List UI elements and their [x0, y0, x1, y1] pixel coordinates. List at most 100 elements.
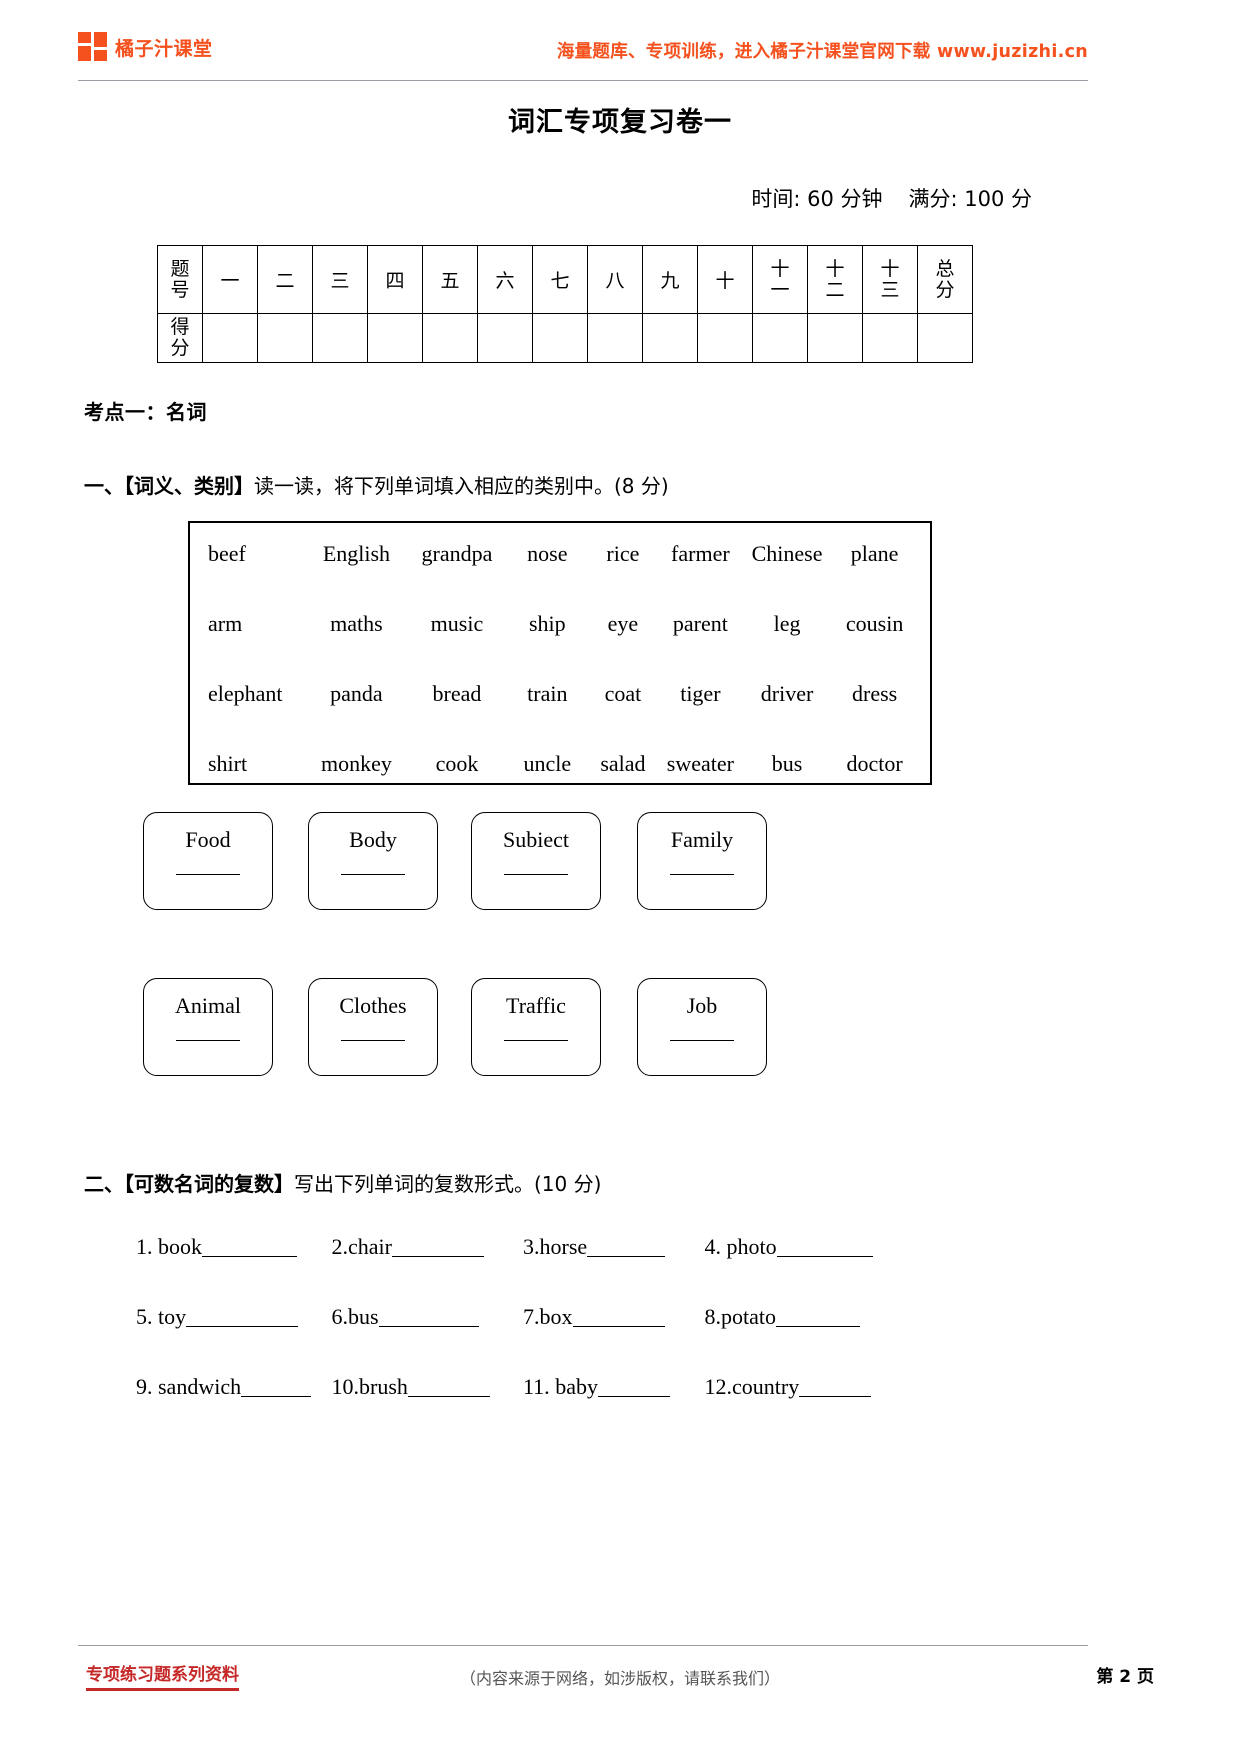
- category-answer-blank[interactable]: [670, 873, 734, 875]
- score-col-7: 七: [532, 245, 588, 314]
- category-box-food[interactable]: Food: [143, 812, 273, 910]
- plural-number: 5.: [136, 1304, 153, 1329]
- plural-answer-blank[interactable]: [572, 1307, 665, 1327]
- word-item: ship: [528, 611, 566, 636]
- plural-word: book: [158, 1234, 202, 1259]
- category-box-animal[interactable]: Animal: [143, 978, 273, 1076]
- score-cell-9[interactable]: [642, 313, 698, 363]
- plural-item-4: 4. photo: [705, 1234, 873, 1260]
- plural-answer-blank[interactable]: [799, 1377, 872, 1397]
- category-answer-blank[interactable]: [504, 873, 568, 875]
- plural-number: 11.: [523, 1374, 550, 1399]
- table-row-scores: 得分: [157, 313, 973, 363]
- plural-word: brush: [359, 1374, 408, 1399]
- plural-answer-blank[interactable]: [186, 1307, 299, 1327]
- plural-word: toy: [158, 1304, 187, 1329]
- question-2-text: 写出下列单词的复数形式。: [294, 1172, 534, 1196]
- word-item: English: [322, 541, 391, 566]
- word-item: uncle: [523, 751, 572, 776]
- score-cell-2[interactable]: [257, 313, 313, 363]
- score-cell-11[interactable]: [752, 313, 808, 363]
- plural-number: 6.: [331, 1304, 349, 1329]
- score-cell-6[interactable]: [477, 313, 533, 363]
- plural-number: 7.: [523, 1304, 540, 1329]
- score-cell-3[interactable]: [312, 313, 368, 363]
- category-answer-blank[interactable]: [176, 873, 240, 875]
- question-1-score: (8 分): [614, 474, 669, 498]
- score-cell-8[interactable]: [587, 313, 643, 363]
- footer-divider: [78, 1645, 1088, 1646]
- plural-row-1: 1. book 2.chair 3.horse 4. photo: [136, 1234, 873, 1260]
- score-table-row-label: 题号: [157, 245, 203, 314]
- plural-row-3: 9. sandwich 10.brush 11. baby 12.country: [136, 1374, 872, 1400]
- page-title: 词汇专项复习卷一: [508, 107, 732, 138]
- plural-answer-blank[interactable]: [587, 1237, 666, 1257]
- category-label: Animal: [175, 993, 241, 1018]
- score-cell-13[interactable]: [862, 313, 918, 363]
- word-item: eye: [607, 611, 639, 636]
- plural-answer-blank[interactable]: [597, 1377, 670, 1397]
- word-item: elephant: [208, 681, 283, 706]
- score-cell-1[interactable]: [202, 313, 258, 363]
- score-col-3: 三: [312, 245, 368, 314]
- score-col-1: 一: [202, 245, 258, 314]
- question-1-text: 读一读，将下列单词填入相应的类别中。: [254, 474, 614, 498]
- plural-item-9: 9. sandwich: [136, 1374, 326, 1400]
- plural-answer-blank[interactable]: [202, 1237, 297, 1257]
- score-cell-12[interactable]: [807, 313, 863, 363]
- category-answer-blank[interactable]: [504, 1039, 568, 1041]
- plural-answer-blank[interactable]: [391, 1237, 484, 1257]
- score-cell-5[interactable]: [422, 313, 478, 363]
- word-item: tiger: [680, 681, 721, 706]
- plural-answer-blank[interactable]: [776, 1237, 873, 1257]
- word-item: bus: [771, 751, 803, 776]
- question-2-score: (10 分): [534, 1172, 602, 1196]
- plural-item-7: 7.box: [523, 1304, 699, 1330]
- score-cell-7[interactable]: [532, 313, 588, 363]
- score-cell-4[interactable]: [367, 313, 423, 363]
- word-item: dress: [852, 681, 898, 706]
- plural-number: 12.: [704, 1374, 733, 1399]
- score-col-2: 二: [257, 245, 313, 314]
- plural-answer-blank[interactable]: [241, 1377, 312, 1397]
- plural-answer-blank[interactable]: [407, 1377, 490, 1397]
- plural-answer-blank[interactable]: [776, 1307, 860, 1327]
- score-col-total: 总 分: [917, 245, 973, 314]
- exam-total-score: 满分: 100 分: [908, 187, 1032, 211]
- word-item: maths: [330, 611, 383, 636]
- word-item: panda: [330, 681, 383, 706]
- category-answer-blank[interactable]: [341, 873, 405, 875]
- category-label: Family: [670, 827, 734, 852]
- knowledge-point-heading: 考点一：名词: [84, 400, 207, 424]
- word-item: farmer: [671, 541, 730, 566]
- plural-answer-blank[interactable]: [378, 1307, 479, 1327]
- category-box-body[interactable]: Body: [308, 812, 438, 910]
- category-box-job[interactable]: Job: [637, 978, 767, 1076]
- word-item: music: [430, 611, 484, 636]
- plural-number: 3.: [523, 1234, 540, 1259]
- score-col-12: 十 二: [807, 245, 863, 314]
- score-col-6: 六: [477, 245, 533, 314]
- worksheet-page: 橘子汁课堂 海量题库、专项训练，进入橘子汁课堂官网下载 www.juzizhi.…: [0, 0, 1240, 1754]
- word-item: parent: [672, 611, 728, 636]
- four-squares-logo-icon: [78, 32, 108, 62]
- plural-number: 1.: [136, 1234, 153, 1259]
- score-cell-total[interactable]: [917, 313, 973, 363]
- header-divider: [78, 80, 1088, 81]
- category-answer-blank[interactable]: [176, 1039, 240, 1041]
- plural-word: country: [732, 1374, 800, 1399]
- category-box-traffic[interactable]: Traffic: [471, 978, 601, 1076]
- header-slogan: 海量题库、专项训练，进入橘子汁课堂官网下载 www.juzizhi.cn: [556, 42, 1088, 62]
- plural-number: 9.: [136, 1374, 153, 1399]
- plural-word: horse: [539, 1234, 588, 1259]
- score-col-8: 八: [587, 245, 643, 314]
- category-answer-blank[interactable]: [341, 1039, 405, 1041]
- category-answer-blank[interactable]: [670, 1039, 734, 1041]
- score-col-13-line2: 三: [880, 278, 900, 301]
- score-cell-10[interactable]: [697, 313, 753, 363]
- category-box-family[interactable]: Family: [637, 812, 767, 910]
- category-box-clothes[interactable]: Clothes: [308, 978, 438, 1076]
- plural-item-11: 11. baby: [523, 1374, 699, 1400]
- category-box-subject[interactable]: Subiect: [471, 812, 601, 910]
- score-col-11-line2: 一: [770, 278, 790, 301]
